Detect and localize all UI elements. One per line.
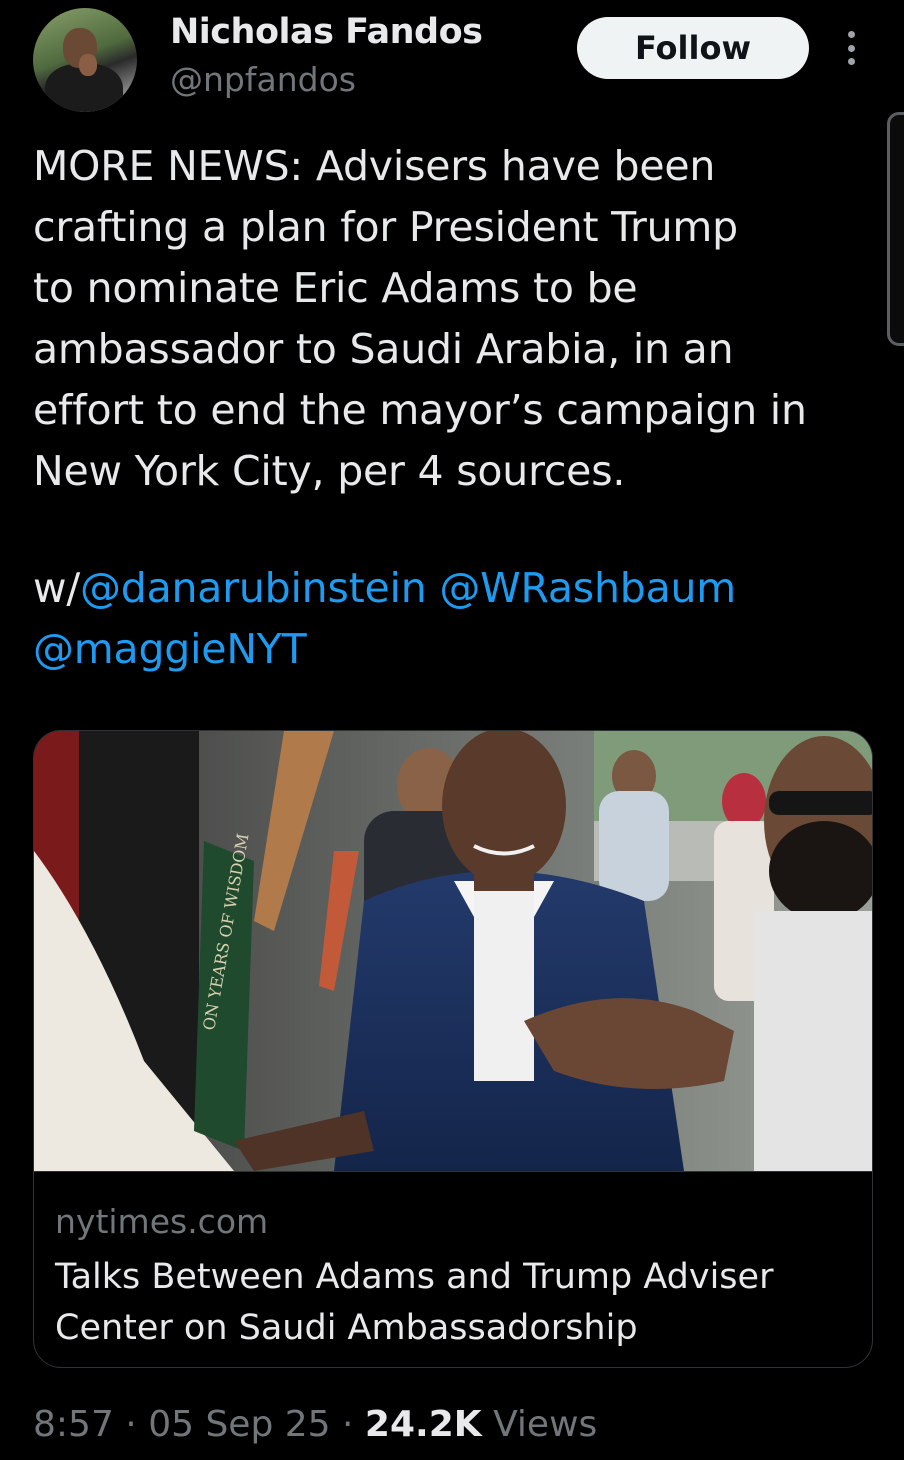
card-meta[interactable]: nytimes.com Talks Between Adams and Trum… xyxy=(34,1171,872,1367)
post-date[interactable]: 05 Sep 25 xyxy=(148,1404,330,1445)
card-domain: nytimes.com xyxy=(55,1202,269,1241)
separator: · xyxy=(125,1404,137,1445)
follow-button[interactable]: Follow xyxy=(577,17,809,79)
scrollbar-thumb[interactable] xyxy=(887,112,904,346)
tweet-footer: 8:57 · 05 Sep 25 · 24.2K Views xyxy=(33,1404,597,1445)
tweet-page: Nicholas Fandos @npfandos Follow MORE NE… xyxy=(0,0,904,1460)
author-name[interactable]: Nicholas Fandos xyxy=(170,12,483,52)
separator: · xyxy=(342,1404,354,1445)
tweet-mentions: w/@danarubinstein @WRashbaum @maggieNYT xyxy=(33,558,873,680)
tweet-text: MORE NEWS: Advisers have been crafting a… xyxy=(33,136,873,502)
post-time[interactable]: 8:57 xyxy=(33,1404,114,1445)
author-handle[interactable]: @npfandos xyxy=(170,60,356,99)
tweet-line: crafting a plan for President Trump xyxy=(33,203,738,251)
tweet-line: to nominate Eric Adams to be xyxy=(33,264,638,312)
tweet-line: New York City, per 4 sources. xyxy=(33,447,626,495)
avatar-figure-hand xyxy=(79,54,97,76)
link-preview-card[interactable]: ON YEARS OF WISDOM nytimes.com Talks Bet… xyxy=(33,730,873,1368)
views-label[interactable]: Views xyxy=(493,1404,597,1445)
card-title[interactable]: Talks Between Adams and Trump Adviser Ce… xyxy=(55,1252,855,1354)
mentions-prefix: w/ xyxy=(33,564,80,612)
views-count[interactable]: 24.2K xyxy=(365,1404,482,1445)
tweet-line: effort to end the mayor’s campaign in xyxy=(33,386,807,434)
article-photo[interactable]: ON YEARS OF WISDOM xyxy=(34,731,872,1171)
mention-link-danarubinstein[interactable]: @danarubinstein xyxy=(80,564,427,612)
author-avatar[interactable] xyxy=(33,8,137,112)
more-vertical-icon[interactable] xyxy=(836,26,866,70)
tweet-line: ambassador to Saudi Arabia, in an xyxy=(33,325,734,373)
mention-link-maggienyt[interactable]: @maggieNYT xyxy=(33,625,307,673)
tweet-line: MORE NEWS: Advisers have been xyxy=(33,142,716,190)
mention-link-wrashbaum[interactable]: @WRashbaum xyxy=(439,564,736,612)
article-photo-illustration: ON YEARS OF WISDOM xyxy=(34,731,872,1171)
